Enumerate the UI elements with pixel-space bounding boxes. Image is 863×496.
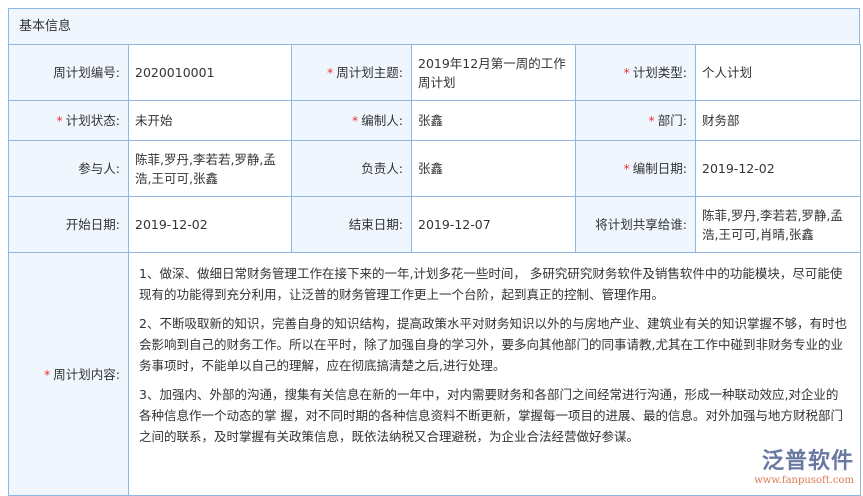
field-label: 将计划共享给谁: — [575, 196, 696, 253]
required-marker: * — [44, 366, 51, 382]
content-row: * 周计划内容: 1、做深、做细日常财务管理工作在接下来的一年,计划多花一些时间， … — [8, 252, 861, 496]
label-text: 计划类型: — [632, 65, 687, 80]
content-value: 1、做深、做细日常财务管理工作在接下来的一年,计划多花一些时间， 多研究研究财务… — [128, 252, 861, 496]
required-marker: * — [623, 161, 630, 176]
required-marker: * — [327, 65, 334, 80]
section-title: 基本信息 — [8, 8, 860, 44]
field-label: 开始日期: — [8, 196, 129, 253]
label-text: 周计划主题: — [336, 65, 403, 80]
required-marker: * — [648, 113, 655, 128]
field-label: * 计划状态: — [8, 100, 129, 141]
field-value: 未开始 — [128, 100, 292, 141]
table-row: 参与人: 陈菲,罗丹,李若若,罗静,孟浩,王可可,张鑫 负责人: 张鑫 * 编制日期: 20… — [8, 140, 861, 197]
field-label: * 计划类型: — [575, 44, 696, 101]
table-row: * 计划状态: 未开始 * 编制人: 张鑫 * 部门: 财务部 — [8, 100, 861, 141]
field-value: 2019-12-02 — [695, 140, 861, 197]
table-row: 开始日期: 2019-12-02 结束日期: 2019-12-07 将计划共享给谁: 陈菲… — [8, 196, 861, 253]
field-label: * 周计划内容: — [8, 252, 129, 496]
content-paragraph: 3、加强内、外部的沟通，搜集有关信息在新的一年中，对内需要财务和各部门之间经常进… — [139, 387, 843, 444]
field-label: * 部门: — [575, 100, 696, 141]
required-marker: * — [352, 113, 359, 128]
table-row: 周计划编号: 2020010001 * 周计划主题: 2019年12月第一周的工作周计划… — [8, 44, 861, 101]
field-value: 张鑫 — [411, 140, 576, 197]
label-text: 周计划内容: — [53, 366, 120, 382]
field-label: * 周计划主题: — [291, 44, 412, 101]
label-text: 周计划编号: — [53, 65, 120, 80]
info-table: 周计划编号: 2020010001 * 周计划主题: 2019年12月第一周的工作周计划… — [8, 44, 861, 496]
field-value: 财务部 — [695, 100, 861, 141]
field-value: 陈菲,罗丹,李若若,罗静,孟浩,王可可,张鑫 — [128, 140, 292, 197]
label-text: 参与人: — [78, 161, 120, 176]
field-value: 2019-12-02 — [128, 196, 292, 253]
label-text: 编制人: — [361, 113, 403, 128]
logo-name: 泛普软件 — [761, 449, 854, 474]
field-value: 个人计划 — [695, 44, 861, 101]
field-value: 2019年12月第一周的工作周计划 — [411, 44, 576, 101]
field-value: 2020010001 — [128, 44, 292, 101]
field-label: 负责人: — [291, 140, 412, 197]
fanpu-logo: 泛普软件 www.fanpusoft.com — [754, 443, 854, 486]
required-marker: * — [623, 65, 630, 80]
field-label: 结束日期: — [291, 196, 412, 253]
field-value: 张鑫 — [411, 100, 576, 141]
content-paragraph: 1、做深、做细日常财务管理工作在接下来的一年,计划多花一些时间， 多研究研究财务… — [139, 266, 843, 302]
label-text: 计划状态: — [65, 113, 120, 128]
label-text: 编制日期: — [632, 161, 687, 176]
logo-url: www.fanpusoft.com — [754, 475, 854, 486]
label-text: 负责人: — [361, 161, 403, 176]
field-label: * 编制日期: — [575, 140, 696, 197]
required-marker: * — [56, 113, 63, 128]
field-value: 2019-12-07 — [411, 196, 576, 253]
field-label: 周计划编号: — [8, 44, 129, 101]
label-text: 结束日期: — [348, 217, 403, 232]
content-paragraph: 2、不断吸取新的知识，完善自身的知识结构，提高政策水平对财务知识以外的与房地产业… — [139, 316, 847, 373]
field-label: 参与人: — [8, 140, 129, 197]
basic-info-panel: 基本信息 周计划编号: 2020010001 * 周计划主题: 2019年12月第一周的… — [8, 8, 861, 496]
label-text: 开始日期: — [65, 217, 120, 232]
label-text: 将计划共享给谁: — [595, 217, 687, 232]
field-label: * 编制人: — [291, 100, 412, 141]
label-text: 部门: — [657, 113, 687, 128]
field-value: 陈菲,罗丹,李若若,罗静,孟浩,王可可,肖晴,张鑫 — [695, 196, 861, 253]
